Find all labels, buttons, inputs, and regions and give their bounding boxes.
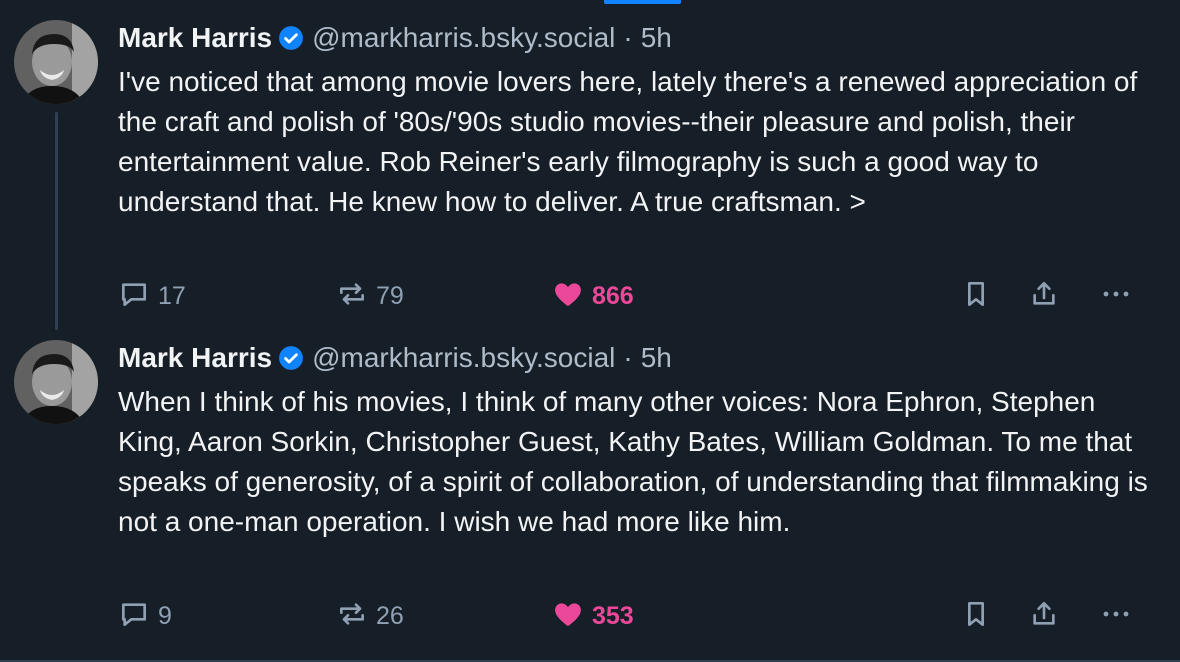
bookmark-button[interactable] [960, 594, 992, 638]
share-icon [1028, 598, 1060, 635]
like-button[interactable]: 866 [552, 274, 634, 318]
author-handle[interactable]: @markharris.bsky.social [312, 22, 615, 54]
post-header: Mark Harris @markharris.bsky.social · 5h [118, 18, 1158, 58]
share-button[interactable] [1028, 274, 1060, 318]
post-header: Mark Harris @markharris.bsky.social · 5h [118, 338, 1158, 378]
verified-check-icon[interactable] [278, 25, 304, 51]
post-actions: 9 26 353 [118, 594, 1148, 638]
heart-filled-icon [552, 278, 584, 315]
reply-button[interactable]: 17 [118, 274, 186, 318]
reply-count: 17 [158, 281, 186, 310]
avatar[interactable] [14, 20, 98, 104]
post-timestamp[interactable]: 5h [641, 22, 672, 54]
reply-icon [118, 598, 150, 635]
post-content: Mark Harris @markharris.bsky.social · 5h… [118, 338, 1158, 542]
more-dots-icon [1098, 598, 1134, 635]
like-button[interactable]: 353 [552, 594, 634, 638]
bookmark-icon [960, 278, 992, 315]
separator-dot: · [623, 22, 633, 53]
heart-filled-icon [552, 598, 584, 635]
reply-count: 9 [158, 601, 172, 630]
bookmark-button[interactable] [960, 274, 992, 318]
repost-count: 26 [376, 601, 404, 630]
verified-check-icon[interactable] [278, 345, 304, 371]
repost-icon [336, 278, 368, 315]
separator-dot: · [623, 342, 633, 373]
post-content: Mark Harris @markharris.bsky.social · 5h… [118, 18, 1158, 222]
author-name[interactable]: Mark Harris [118, 22, 272, 54]
share-icon [1028, 278, 1060, 315]
reply-button[interactable]: 9 [118, 594, 172, 638]
repost-icon [336, 598, 368, 635]
repost-button[interactable]: 79 [336, 274, 404, 318]
thread-connector-line [55, 112, 58, 330]
bookmark-icon [960, 598, 992, 635]
share-button[interactable] [1028, 594, 1060, 638]
post-text: I've noticed that among movie lovers her… [118, 66, 1146, 217]
repost-count: 79 [376, 281, 404, 310]
avatar[interactable] [14, 340, 98, 424]
repost-button[interactable]: 26 [336, 594, 404, 638]
more-options-button[interactable] [1098, 274, 1134, 318]
post-timestamp[interactable]: 5h [641, 342, 672, 374]
reply-icon [118, 278, 150, 315]
more-dots-icon [1098, 278, 1134, 315]
more-options-button[interactable] [1098, 594, 1134, 638]
post-actions: 17 79 866 [118, 274, 1148, 318]
author-handle[interactable]: @markharris.bsky.social [312, 342, 615, 374]
active-tab-indicator [604, 0, 681, 4]
post-text: When I think of his movies, I think of m… [118, 386, 1156, 537]
author-name[interactable]: Mark Harris [118, 342, 272, 374]
like-count: 353 [592, 601, 634, 630]
like-count: 866 [592, 281, 634, 310]
